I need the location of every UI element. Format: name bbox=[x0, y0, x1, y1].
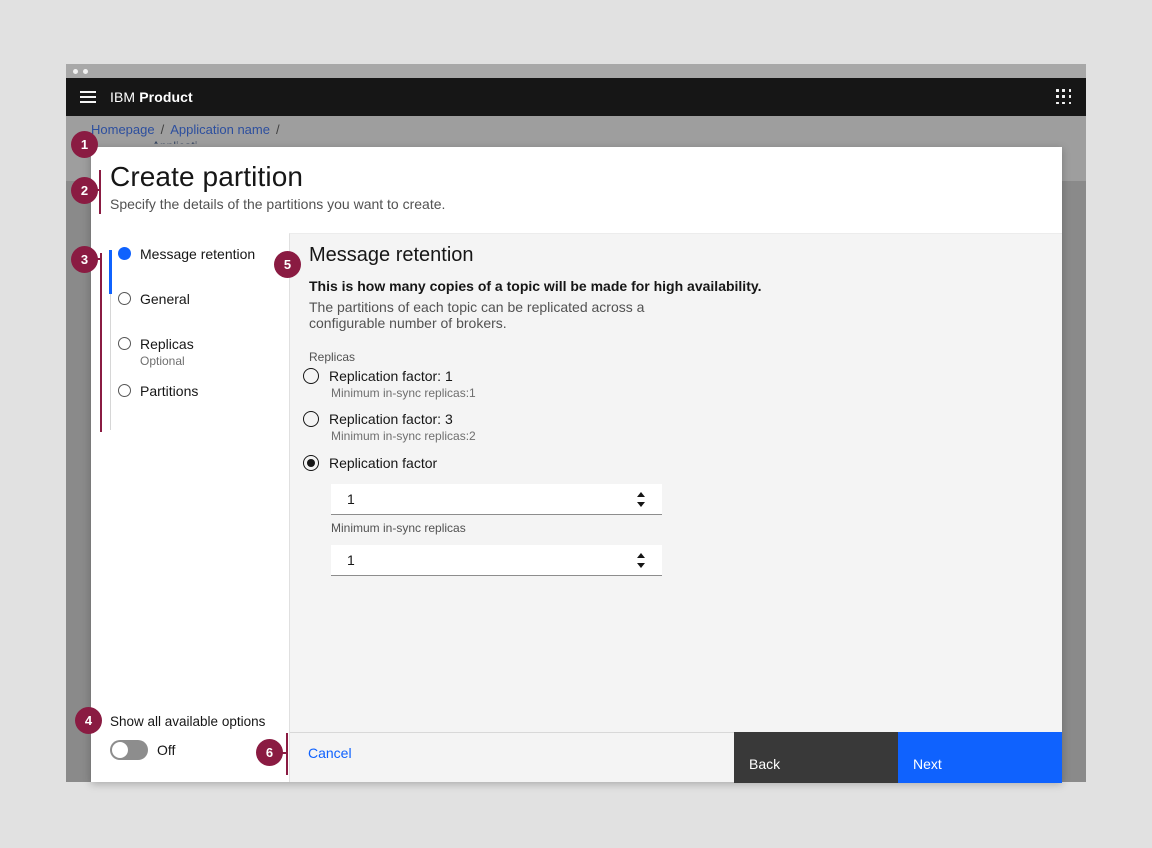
radio-label: Replication factor bbox=[329, 455, 437, 472]
nav-step-optional-label: Optional bbox=[140, 354, 194, 368]
radio-button-selected-icon bbox=[303, 455, 319, 471]
radio-label: Replication factor: 1 bbox=[329, 368, 453, 385]
breadcrumb: Homepage / Application name / bbox=[91, 122, 286, 137]
breadcrumb-link-application[interactable]: Application name bbox=[170, 122, 270, 137]
step-description: The partitions of each topic can be repl… bbox=[309, 299, 659, 331]
cancel-button[interactable]: Cancel bbox=[308, 745, 352, 761]
tearsheet-header: Create partition Specify the details of … bbox=[91, 147, 1062, 233]
breadcrumb-separator: / bbox=[276, 122, 280, 137]
toggle-knob-icon bbox=[112, 742, 128, 758]
nav-step-label: Message retention bbox=[140, 246, 255, 262]
toggle-track-icon bbox=[110, 740, 148, 760]
nav-step-replicas[interactable]: Replicas Optional bbox=[110, 336, 194, 368]
show-all-options-toggle[interactable]: Off bbox=[110, 740, 175, 760]
step-heading: Message retention bbox=[309, 244, 474, 267]
show-all-options-label: Show all available options bbox=[110, 714, 265, 729]
tearsheet-title: Create partition bbox=[110, 161, 303, 193]
step-incomplete-icon bbox=[118, 337, 131, 350]
replication-factor-value-field[interactable] bbox=[331, 484, 662, 514]
step-current-icon bbox=[118, 247, 131, 260]
annotation-badge-5: 5 bbox=[274, 251, 301, 278]
tearsheet-influencer-sidebar bbox=[91, 233, 289, 782]
brand-prefix: IBM bbox=[110, 89, 135, 105]
annotation-badge-4: 4 bbox=[75, 707, 102, 734]
window-dot-icon bbox=[73, 69, 78, 74]
min-insync-replicas-number-input bbox=[331, 545, 662, 576]
nav-step-label: Replicas bbox=[140, 336, 194, 352]
toggle-state-label: Off bbox=[157, 742, 175, 758]
breadcrumb-link-homepage[interactable]: Homepage bbox=[91, 122, 155, 137]
create-partition-tearsheet: Create partition Specify the details of … bbox=[91, 147, 1062, 782]
breadcrumb-clipped-item: Application name bbox=[152, 140, 198, 144]
radio-button-icon bbox=[303, 368, 319, 384]
radio-replication-factor-1[interactable]: Replication factor: 1 bbox=[303, 368, 453, 385]
annotation-badge-1: 1 bbox=[71, 131, 98, 158]
product-header: IBMProduct bbox=[66, 78, 1086, 116]
radio-helper-text: Minimum in-sync replicas:1 bbox=[331, 386, 476, 400]
nav-step-message-retention[interactable]: Message retention bbox=[110, 246, 255, 262]
min-insync-replicas-label: Minimum in-sync replicas bbox=[331, 521, 466, 535]
menu-hamburger-icon[interactable] bbox=[80, 91, 96, 103]
replication-factor-number-input bbox=[331, 484, 662, 515]
radio-button-icon bbox=[303, 411, 319, 427]
nav-step-partitions[interactable]: Partitions bbox=[110, 383, 198, 399]
step-incomplete-icon bbox=[118, 384, 131, 397]
next-button[interactable]: Next bbox=[898, 732, 1062, 783]
annotation-badge-6: 6 bbox=[256, 739, 283, 766]
nav-step-label: Partitions bbox=[140, 383, 198, 399]
nav-step-general[interactable]: General bbox=[110, 291, 190, 307]
annotation-line-3 bbox=[100, 253, 102, 432]
annotation-line-6 bbox=[286, 733, 288, 775]
radio-label: Replication factor: 3 bbox=[329, 411, 453, 428]
min-insync-replicas-value-field[interactable] bbox=[331, 545, 662, 575]
breadcrumb-separator: / bbox=[161, 122, 165, 137]
number-stepper-icon[interactable] bbox=[634, 552, 648, 569]
step-description-bold: This is how many copies of a topic will … bbox=[309, 278, 762, 294]
app-switcher-icon[interactable] bbox=[1056, 89, 1072, 105]
step-incomplete-icon bbox=[118, 292, 131, 305]
annotation-badge-2: 2 bbox=[71, 177, 98, 204]
window-dot-icon bbox=[83, 69, 88, 74]
radio-group-label: Replicas bbox=[309, 350, 355, 364]
number-stepper-icon[interactable] bbox=[634, 491, 648, 508]
window-titlebar bbox=[66, 64, 1086, 78]
nav-step-label: General bbox=[140, 291, 190, 307]
brand-name: Product bbox=[139, 89, 193, 105]
radio-replication-factor-custom[interactable]: Replication factor bbox=[303, 455, 437, 472]
back-button[interactable]: Back bbox=[734, 732, 898, 783]
brand-title: IBMProduct bbox=[110, 89, 193, 105]
radio-helper-text: Minimum in-sync replicas:2 bbox=[331, 429, 476, 443]
tearsheet-footer: Cancel Back Next bbox=[290, 732, 1062, 782]
annotation-badge-3: 3 bbox=[71, 246, 98, 273]
radio-replication-factor-3[interactable]: Replication factor: 3 bbox=[303, 411, 453, 428]
tearsheet-subtitle: Specify the details of the partitions yo… bbox=[110, 196, 445, 212]
annotated-screenshot: IBMProduct Homepage / Application name / Ap… bbox=[0, 0, 1152, 848]
annotation-line-2 bbox=[99, 170, 101, 214]
